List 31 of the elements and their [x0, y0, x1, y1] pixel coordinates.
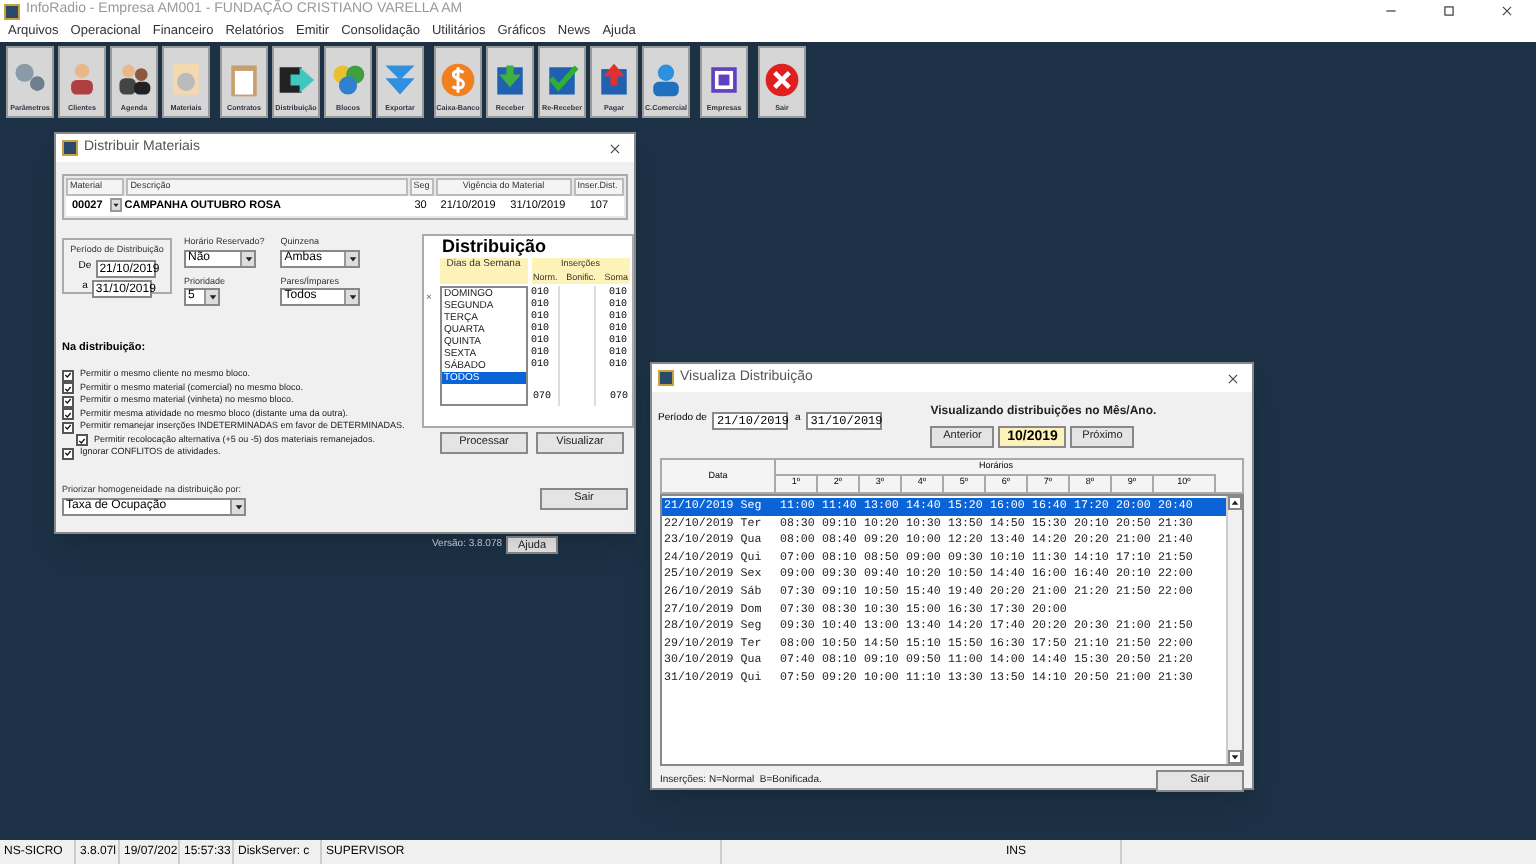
close-icon	[762, 60, 802, 101]
coin-icon	[438, 60, 478, 101]
checkbox[interactable]	[62, 447, 74, 460]
caret-icon	[347, 292, 358, 303]
app-icon	[658, 370, 674, 386]
caret-icon	[233, 501, 243, 512]
checkbox[interactable]	[62, 395, 74, 408]
checkbox[interactable]	[62, 421, 74, 434]
dropdown-button[interactable]	[110, 198, 123, 213]
checkbox[interactable]	[62, 408, 74, 421]
close-icon	[1226, 371, 1240, 385]
checkbox[interactable]	[62, 369, 74, 382]
app-icon	[4, 3, 20, 19]
panel-title: Distribuição	[442, 237, 549, 256]
caret-icon	[207, 292, 217, 303]
scroll-down-button[interactable]	[1228, 750, 1242, 764]
scrollbar[interactable]	[1226, 496, 1242, 764]
checkbox[interactable]	[76, 434, 88, 447]
close-icon	[608, 141, 622, 155]
maximize-icon	[1441, 4, 1455, 18]
caret-icon	[1230, 752, 1240, 762]
caret-icon	[347, 253, 358, 263]
caret-icon	[112, 200, 121, 211]
caret-icon	[243, 253, 253, 263]
close-icon	[1499, 4, 1513, 18]
minimize-icon	[1383, 4, 1397, 18]
app-icon	[62, 140, 78, 156]
scroll-up-button[interactable]	[1228, 496, 1242, 510]
checkbox[interactable]	[62, 382, 74, 395]
people-icon	[114, 60, 154, 101]
caret-icon	[1230, 498, 1240, 508]
